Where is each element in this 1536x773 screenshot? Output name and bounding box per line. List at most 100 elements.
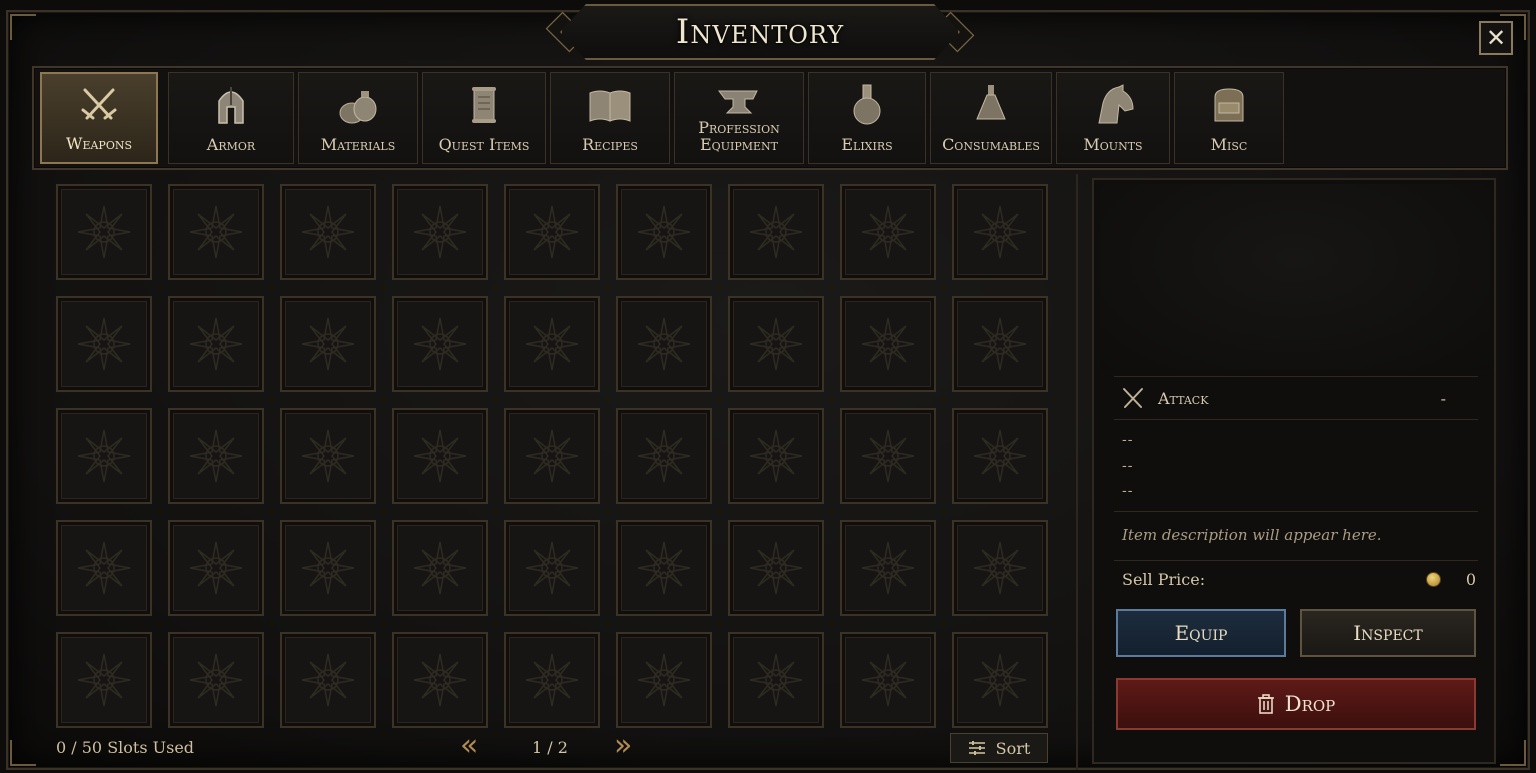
page-indicator: 1 / 2 (532, 738, 568, 757)
tab-misc[interactable]: Misc (1174, 72, 1284, 164)
flask-icon (853, 84, 881, 125)
inventory-slot[interactable] (504, 184, 600, 280)
drop-button[interactable]: Drop (1116, 678, 1476, 730)
compass-star-icon (301, 317, 355, 371)
inventory-slot[interactable] (840, 296, 936, 392)
double-chevron-right-icon[interactable]: » (614, 731, 640, 761)
inventory-slot[interactable] (616, 408, 712, 504)
compass-star-icon (861, 205, 915, 259)
title-banner: Inventory (560, 4, 960, 60)
inventory-slot[interactable] (280, 408, 376, 504)
backpack-icon (1214, 88, 1244, 122)
inventory-slot[interactable] (504, 408, 600, 504)
inventory-slot[interactable] (728, 632, 824, 728)
inventory-slot[interactable] (56, 632, 152, 728)
tab-materials[interactable]: Materials (298, 72, 418, 164)
inventory-slot[interactable] (504, 520, 600, 616)
crossed-swords-icon (81, 88, 117, 120)
inventory-slot[interactable] (168, 408, 264, 504)
inventory-slot[interactable] (392, 632, 488, 728)
stat-line: -- (1122, 458, 1134, 474)
inventory-slot[interactable] (728, 520, 824, 616)
compass-star-icon (301, 541, 355, 595)
tab-mounts[interactable]: Mounts (1056, 72, 1170, 164)
potion-icon (976, 85, 1006, 120)
inspect-button[interactable]: Inspect (1300, 609, 1476, 657)
inventory-slot[interactable] (168, 296, 264, 392)
close-button[interactable]: ✕ (1479, 21, 1513, 55)
inventory-slot[interactable] (392, 296, 488, 392)
inventory-slot[interactable] (168, 632, 264, 728)
inventory-slot[interactable] (280, 184, 376, 280)
compass-star-icon (413, 653, 467, 707)
inventory-slot[interactable] (168, 520, 264, 616)
tab-elixirs[interactable]: Elixirs (808, 72, 926, 164)
inventory-slot[interactable] (616, 520, 712, 616)
double-chevron-left-icon[interactable]: « (460, 731, 486, 761)
inventory-slot[interactable] (728, 184, 824, 280)
slots-used-counter: 0 / 50 Slots Used (56, 738, 195, 757)
inventory-slot[interactable] (392, 184, 488, 280)
inventory-slot[interactable] (952, 184, 1048, 280)
tab-weapons[interactable]: Weapons (40, 72, 158, 164)
inventory-slot[interactable] (616, 632, 712, 728)
page-title: Inventory (675, 12, 845, 52)
inventory-slot[interactable] (616, 184, 712, 280)
compass-star-icon (749, 317, 803, 371)
compass-star-icon (525, 653, 579, 707)
sell-price-value: 0 (1465, 570, 1476, 589)
tab-label: Elixirs (841, 135, 893, 154)
inventory-slot[interactable] (56, 184, 152, 280)
inventory-slot[interactable] (56, 408, 152, 504)
inventory-slot[interactable] (504, 632, 600, 728)
inventory-slot[interactable] (952, 632, 1048, 728)
tab-recipes[interactable]: Recipes (550, 72, 670, 164)
inventory-slot[interactable] (280, 632, 376, 728)
inventory-slot[interactable] (728, 296, 824, 392)
frame-corner (1500, 740, 1526, 766)
compass-star-icon (973, 205, 1027, 259)
inventory-slot[interactable] (952, 408, 1048, 504)
inventory-slot[interactable] (952, 296, 1048, 392)
inventory-slot[interactable] (56, 296, 152, 392)
equip-button[interactable]: Equip (1116, 609, 1286, 657)
inventory-slot[interactable] (840, 408, 936, 504)
frame-corner (10, 14, 36, 40)
inspect-label: Inspect (1353, 621, 1423, 645)
compass-star-icon (525, 541, 579, 595)
inventory-slot[interactable] (840, 520, 936, 616)
sort-button[interactable]: Sort (950, 733, 1048, 763)
inventory-slot[interactable] (56, 520, 152, 616)
tab-label: Armor (206, 135, 256, 154)
inventory-slot[interactable] (168, 184, 264, 280)
equip-label: Equip (1174, 621, 1228, 645)
book-icon (589, 90, 631, 122)
sell-price-label: Sell Price: (1122, 570, 1206, 589)
compass-star-icon (77, 429, 131, 483)
helmet-icon (218, 87, 244, 124)
compass-star-icon (861, 317, 915, 371)
compass-star-icon (637, 541, 691, 595)
inventory-slot[interactable] (728, 408, 824, 504)
inventory-slot[interactable] (280, 296, 376, 392)
tab-quest-items[interactable]: Quest Items (422, 72, 546, 164)
sacks-icon (339, 91, 377, 124)
inventory-slot[interactable] (840, 632, 936, 728)
inventory-slot[interactable] (504, 296, 600, 392)
inventory-slot[interactable] (280, 520, 376, 616)
tab-label: Materials (320, 135, 396, 154)
inventory-slot[interactable] (392, 408, 488, 504)
compass-star-icon (301, 653, 355, 707)
compass-star-icon (637, 653, 691, 707)
tab-armor[interactable]: Armor (168, 72, 294, 164)
inventory-slot[interactable] (840, 184, 936, 280)
compass-star-icon (749, 541, 803, 595)
tab-profession-equipment[interactable]: Profession Equipment (674, 72, 804, 164)
compass-star-icon (77, 205, 131, 259)
inventory-slot[interactable] (952, 520, 1048, 616)
inventory-slot[interactable] (392, 520, 488, 616)
sort-label: Sort (995, 738, 1031, 758)
inventory-slot[interactable] (616, 296, 712, 392)
compass-star-icon (77, 541, 131, 595)
tab-consumables[interactable]: Consumables (930, 72, 1052, 164)
